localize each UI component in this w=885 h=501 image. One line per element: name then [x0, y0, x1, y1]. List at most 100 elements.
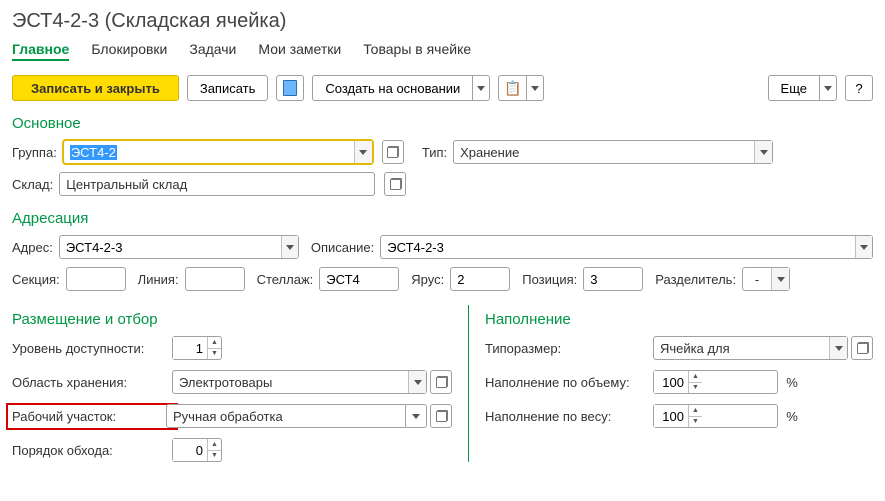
pos-label: Позиция:: [522, 272, 577, 287]
avail-label: Уровень доступности:: [12, 341, 172, 356]
tabs: Главное Блокировки Задачи Мои заметки То…: [12, 41, 873, 61]
section-input[interactable]: [67, 268, 125, 290]
chevron-down-icon: [286, 245, 294, 250]
group-field[interactable]: ЭСТ4-2: [63, 140, 373, 164]
create-based-dropdown[interactable]: [472, 75, 490, 101]
section-field[interactable]: [66, 267, 126, 291]
order-label: Порядок обхода:: [12, 443, 172, 458]
document-icon: [283, 80, 297, 96]
sep-field[interactable]: -: [742, 267, 790, 291]
line-field[interactable]: [185, 267, 245, 291]
tab-main[interactable]: Главное: [12, 41, 69, 61]
create-based-button[interactable]: Создать на основании: [312, 75, 472, 101]
tab-tasks[interactable]: Задачи: [189, 41, 236, 61]
address-field[interactable]: [59, 235, 299, 259]
chevron-down-icon: [835, 346, 843, 351]
spin-up[interactable]: ▲: [208, 337, 221, 349]
vol-label: Наполнение по объему:: [485, 375, 645, 390]
warehouse-value: Центральный склад: [60, 173, 374, 195]
doc-icon-button[interactable]: [276, 75, 304, 101]
tab-notes[interactable]: Мои заметки: [258, 41, 341, 61]
workarea-value: Ручная обработка: [167, 405, 407, 427]
line-input[interactable]: [186, 268, 244, 290]
pos-field[interactable]: [583, 267, 643, 291]
type-value: Хранение: [454, 141, 754, 163]
warehouse-field[interactable]: Центральный склад: [59, 172, 375, 196]
address-input[interactable]: [60, 236, 281, 258]
size-label: Типоразмер:: [485, 341, 645, 356]
vol-spinner[interactable]: ▲▼: [653, 370, 778, 394]
avail-spinner[interactable]: ▲▼: [172, 336, 222, 360]
desc-input[interactable]: [381, 236, 854, 258]
spin-down[interactable]: ▼: [689, 417, 702, 428]
weight-spinner[interactable]: ▲▼: [653, 404, 778, 428]
address-label: Адрес:: [12, 240, 53, 255]
area-dropdown[interactable]: [408, 371, 426, 393]
rack-input[interactable]: [320, 268, 398, 290]
save-close-button[interactable]: Записать и закрыть: [12, 75, 179, 101]
sep-label: Разделитель:: [655, 272, 736, 287]
sep-dropdown[interactable]: [771, 268, 789, 290]
area-label: Область хранения:: [12, 375, 172, 390]
section-placement-heading: Размещение и отбор: [12, 311, 452, 328]
tab-locks[interactable]: Блокировки: [91, 41, 167, 61]
group-open-button[interactable]: [382, 140, 404, 164]
tier-field[interactable]: [450, 267, 510, 291]
warehouse-open-button[interactable]: [384, 172, 406, 196]
desc-field[interactable]: [380, 235, 873, 259]
rack-field[interactable]: [319, 267, 399, 291]
chevron-down-icon: [477, 86, 485, 91]
chevron-down-icon: [531, 86, 539, 91]
attach-dropdown[interactable]: [526, 75, 544, 101]
more-dropdown[interactable]: [819, 75, 837, 101]
percent-label: %: [786, 375, 873, 390]
page-title: ЭСТ4-2-3 (Складская ячейка): [12, 10, 873, 33]
vol-input[interactable]: [654, 371, 688, 393]
type-field[interactable]: Хранение: [453, 140, 773, 164]
spin-down[interactable]: ▼: [208, 451, 221, 462]
spin-up[interactable]: ▲: [689, 371, 702, 383]
size-open-button[interactable]: [851, 336, 873, 360]
toolbar: Записать и закрыть Записать Создать на о…: [12, 75, 873, 101]
help-button[interactable]: ?: [845, 75, 873, 101]
area-field[interactable]: Электротовары: [172, 370, 427, 394]
group-value: ЭСТ4-2: [64, 141, 354, 163]
section-addressing-heading: Адресация: [12, 210, 873, 227]
section-filling-heading: Наполнение: [485, 311, 873, 328]
workarea-field[interactable]: Ручная обработка: [166, 404, 408, 428]
save-button[interactable]: Записать: [187, 75, 269, 101]
group-dropdown[interactable]: [354, 141, 372, 163]
tab-goods[interactable]: Товары в ячейке: [363, 41, 471, 61]
weight-input[interactable]: [654, 405, 688, 427]
more-button[interactable]: Еще: [768, 75, 819, 101]
area-open-button[interactable]: [430, 370, 452, 394]
tier-input[interactable]: [451, 268, 509, 290]
workarea-highlight: Ручная обработка: [166, 404, 408, 428]
spin-up[interactable]: ▲: [208, 439, 221, 451]
address-dropdown[interactable]: [281, 236, 298, 258]
attach-button[interactable]: [498, 75, 526, 101]
size-field[interactable]: Ячейка для электротоваров: [653, 336, 848, 360]
workarea-open-button[interactable]: [430, 404, 452, 428]
size-dropdown[interactable]: [829, 337, 847, 359]
order-input[interactable]: [173, 439, 207, 461]
avail-input[interactable]: [173, 337, 207, 359]
pos-input[interactable]: [584, 268, 642, 290]
workarea-dropdown[interactable]: [405, 404, 427, 428]
rack-label: Стеллаж:: [257, 272, 314, 287]
desc-label: Описание:: [311, 240, 374, 255]
type-label: Тип:: [422, 145, 447, 160]
spin-down[interactable]: ▼: [689, 383, 702, 394]
group-label: Группа:: [12, 145, 57, 160]
percent-label: %: [786, 409, 873, 424]
spin-up[interactable]: ▲: [689, 405, 702, 417]
spin-down[interactable]: ▼: [208, 349, 221, 360]
order-spinner[interactable]: ▲▼: [172, 438, 222, 462]
chevron-down-icon: [824, 86, 832, 91]
warehouse-label: Склад:: [12, 177, 53, 192]
type-dropdown[interactable]: [754, 141, 772, 163]
desc-dropdown[interactable]: [855, 236, 872, 258]
workarea-label: Рабочий участок:: [6, 403, 178, 430]
area-value: Электротовары: [173, 371, 408, 393]
chevron-down-icon: [414, 380, 422, 385]
